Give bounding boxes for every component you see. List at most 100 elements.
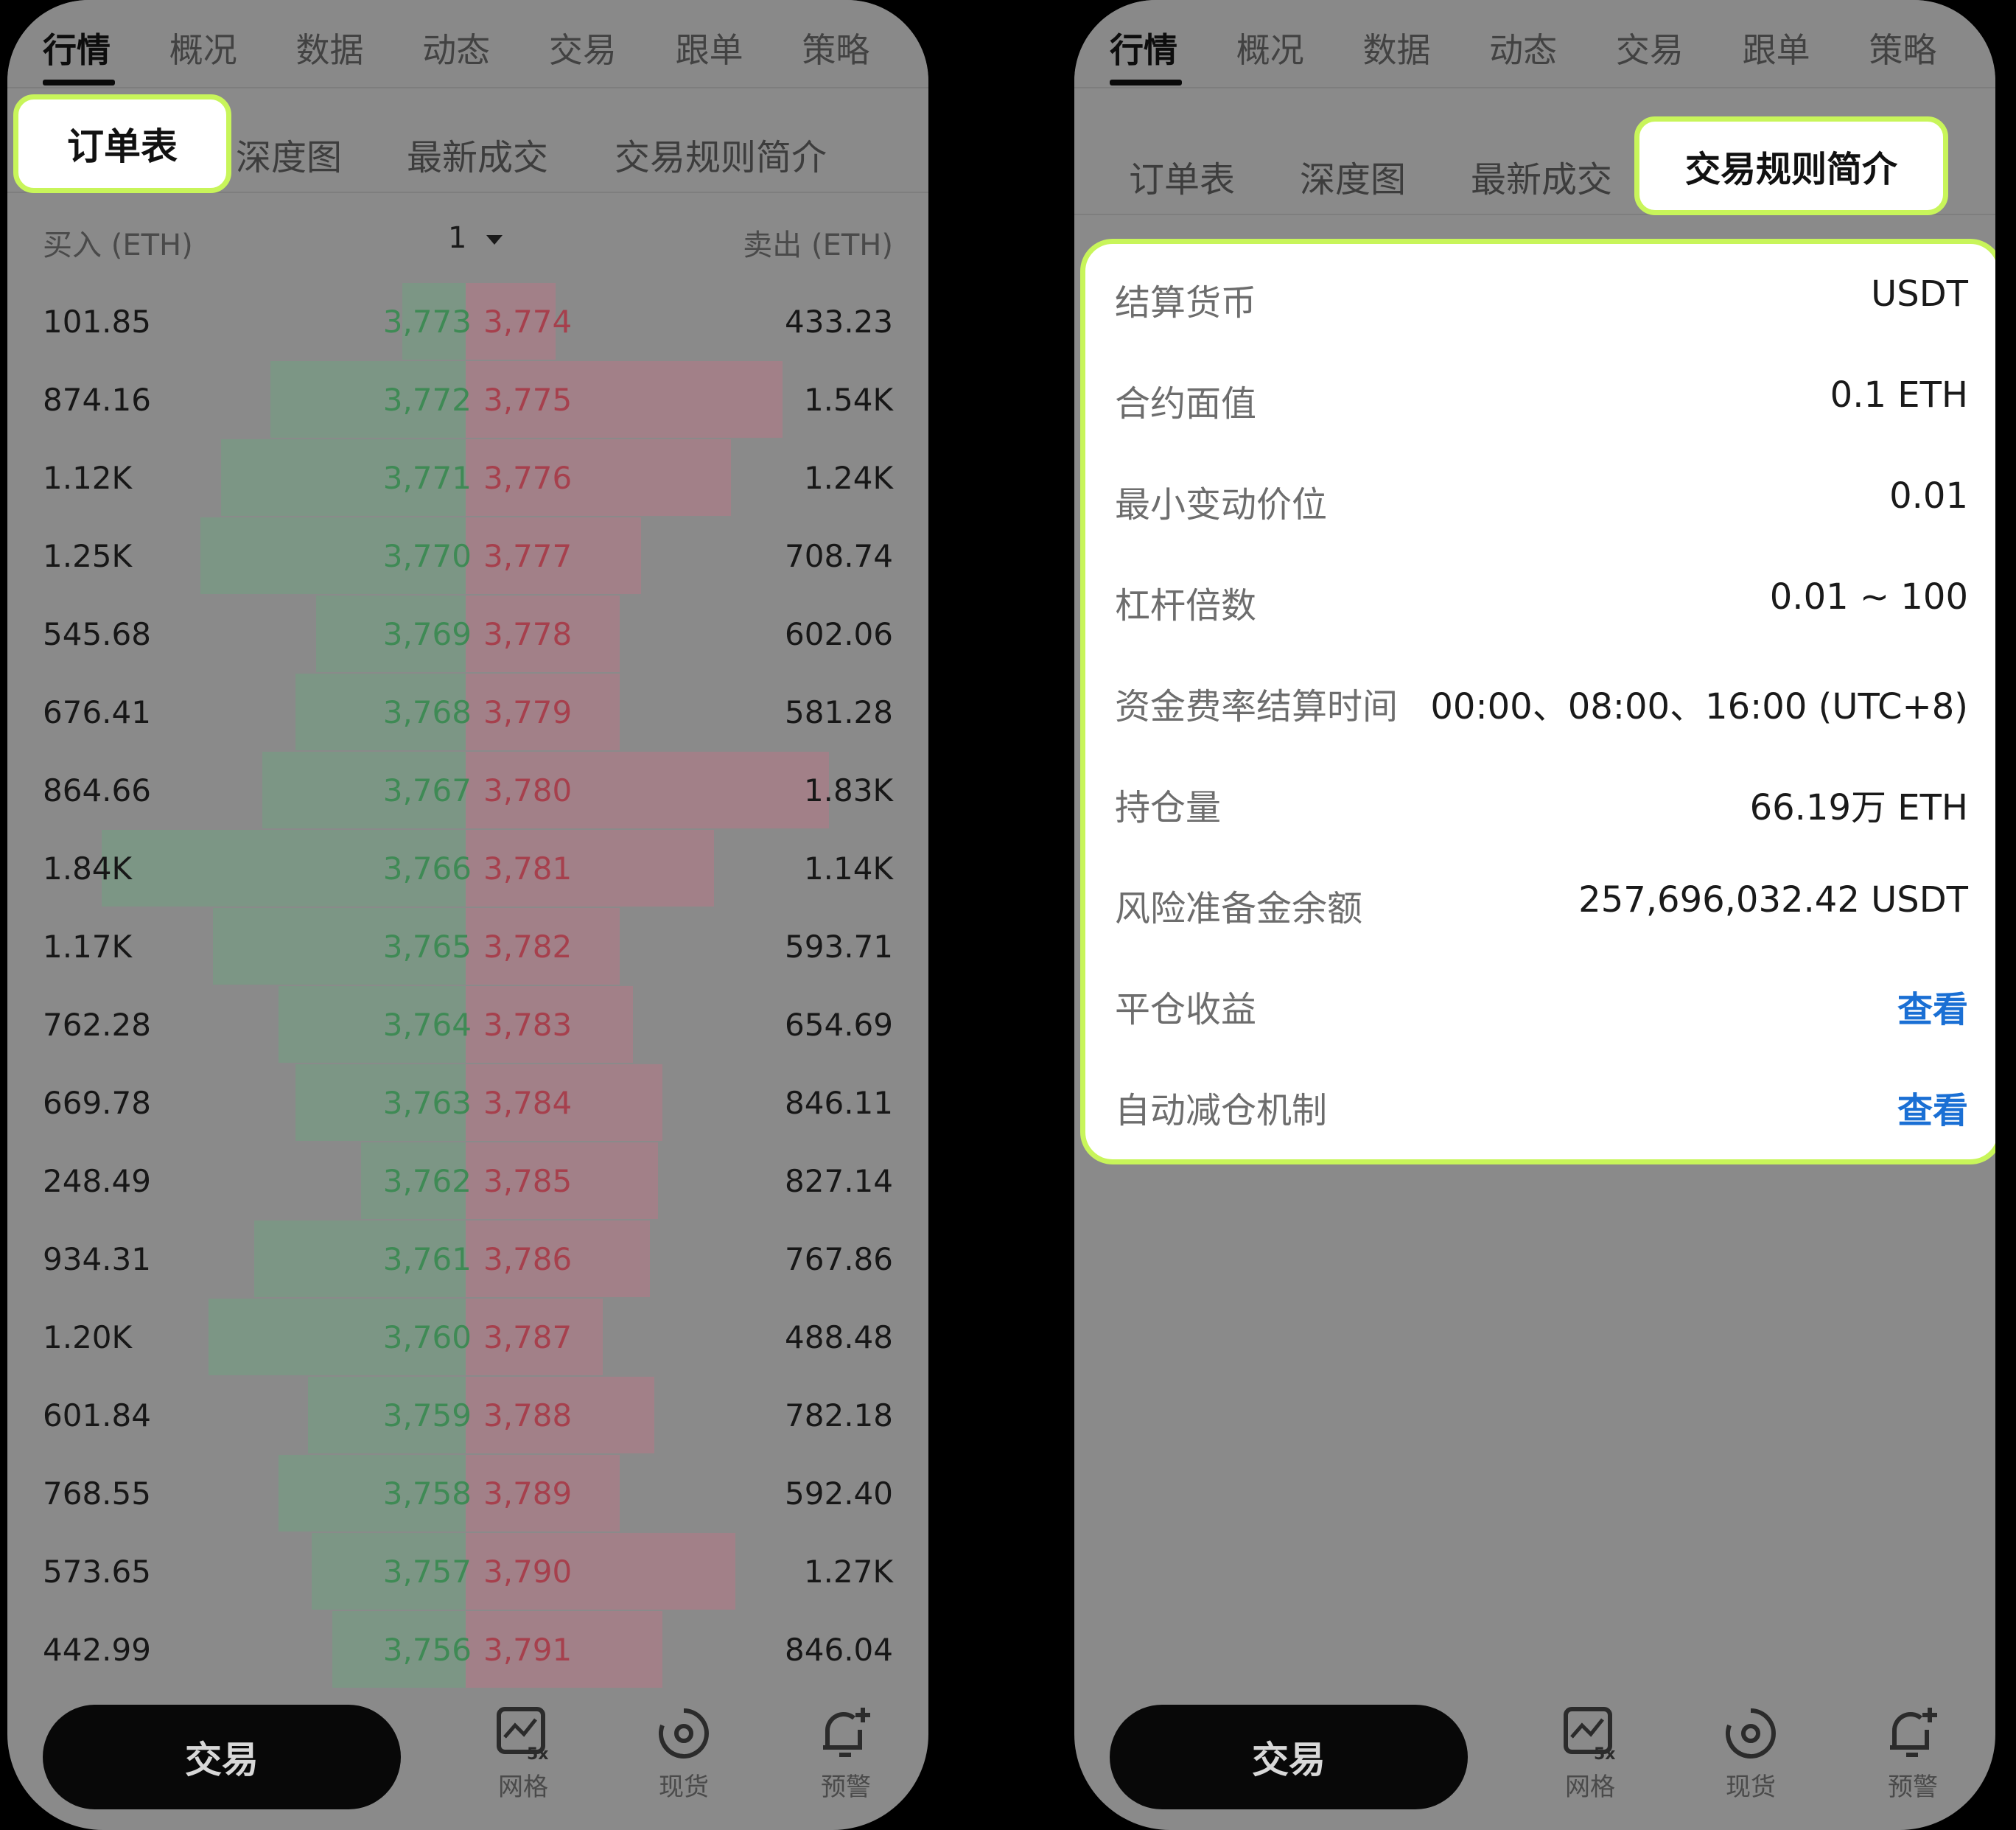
- nav-grid-label: 网格: [498, 1773, 548, 1802]
- bid-quantity: 1.17K: [43, 929, 133, 965]
- orderbook-row[interactable]: 1.84K 3,766 3,781 1.14K: [7, 830, 928, 908]
- rule-value: 0.1 ETH: [1830, 374, 1968, 416]
- bid-quantity: 601.84: [43, 1397, 151, 1433]
- grid-badge: 5x: [527, 1745, 549, 1762]
- ask-quantity: 581.28: [785, 694, 893, 730]
- ask-quantity: 846.04: [785, 1632, 893, 1668]
- nav-alert[interactable]: 预警: [794, 1705, 897, 1803]
- orderbook-row[interactable]: 545.68 3,769 3,778 602.06: [7, 596, 928, 674]
- orderbook-row[interactable]: 676.41 3,768 3,779 581.28: [7, 674, 928, 752]
- tab-strategy[interactable]: 策略: [1869, 0, 1995, 88]
- tab-overview[interactable]: 概况: [169, 0, 296, 88]
- sub-tab-trading-rules[interactable]: 交易规则简介: [615, 128, 827, 180]
- rule-row: 自动减仓机制 查看: [1115, 1081, 1968, 1140]
- nav-grid[interactable]: 5x 网格: [472, 1705, 575, 1803]
- orderbook-row[interactable]: 1.17K 3,765 3,782 593.71: [7, 908, 928, 986]
- trade-button[interactable]: 交易: [1110, 1705, 1468, 1809]
- grid-badge: 5x: [1594, 1745, 1616, 1762]
- tab-market[interactable]: 行情: [1110, 0, 1236, 88]
- tab-data[interactable]: 数据: [295, 0, 422, 88]
- bid-quantity: 874.16: [43, 382, 151, 418]
- ask-quantity: 827.14: [785, 1163, 893, 1199]
- orderbook-row[interactable]: 864.66 3,767 3,780 1.83K: [7, 752, 928, 830]
- tab-copy-trade[interactable]: 跟单: [676, 0, 802, 88]
- rule-row: 杠杆倍数 0.01 ~ 100: [1115, 576, 1968, 635]
- tab-trade[interactable]: 交易: [549, 0, 676, 88]
- bid-price: 3,767: [382, 772, 472, 809]
- rule-label: 持仓量: [1115, 787, 1222, 828]
- orderbook-row[interactable]: 1.20K 3,760 3,787 488.48: [7, 1299, 928, 1377]
- bid-quantity: 864.66: [43, 772, 151, 809]
- rule-label: 风险准备金余额: [1115, 888, 1363, 929]
- rule-row: 平仓收益 查看: [1115, 980, 1968, 1039]
- rule-view-link[interactable]: 查看: [1897, 980, 1968, 1032]
- ask-price: 3,776: [483, 460, 573, 496]
- alert-bell-icon: [1890, 1708, 1937, 1757]
- sub-tab-depth-chart[interactable]: 深度图: [1300, 150, 1406, 202]
- rule-label: 最小变动价位: [1115, 484, 1328, 525]
- ask-price: 3,783: [483, 1007, 573, 1043]
- tab-trade[interactable]: 交易: [1616, 0, 1743, 88]
- sub-tab-latest-trades[interactable]: 最新成交: [1471, 150, 1612, 202]
- buy-column-header: 买入 (ETH): [43, 228, 193, 262]
- sub-tab-orderbook[interactable]: 订单表: [13, 94, 231, 193]
- sub-tab-latest-trades[interactable]: 最新成交: [407, 128, 548, 180]
- nav-alert[interactable]: 预警: [1861, 1705, 1964, 1803]
- ask-quantity: 708.74: [785, 538, 893, 574]
- rule-label: 杠杆倍数: [1115, 585, 1257, 626]
- ask-quantity: 1.27K: [803, 1554, 893, 1590]
- rule-label: 结算货币: [1115, 282, 1257, 324]
- orderbook-row[interactable]: 442.99 3,756 3,791 846.04: [7, 1611, 928, 1689]
- rule-view-link[interactable]: 查看: [1897, 1081, 1968, 1133]
- tab-news[interactable]: 动态: [1489, 0, 1616, 88]
- orderbook-row[interactable]: 573.65 3,757 3,790 1.27K: [7, 1533, 928, 1611]
- ask-price: 3,788: [483, 1397, 573, 1433]
- bid-price: 3,769: [382, 616, 472, 652]
- orderbook-row[interactable]: 1.12K 3,771 3,776 1.24K: [7, 439, 928, 517]
- nav-spot-label: 现货: [1726, 1773, 1776, 1802]
- bottom-action-bar: 交易 5x 网格 现货 预警: [1074, 1683, 1995, 1830]
- orderbook-row[interactable]: 762.28 3,764 3,783 654.69: [7, 986, 928, 1064]
- depth-selector[interactable]: 1: [448, 221, 503, 255]
- tab-overview[interactable]: 概况: [1236, 0, 1363, 88]
- sub-tab-depth-chart[interactable]: 深度图: [236, 128, 342, 180]
- bid-price: 3,765: [382, 929, 472, 965]
- ask-price: 3,785: [483, 1163, 573, 1199]
- depth-selector-value: 1: [448, 221, 467, 255]
- orderbook-row[interactable]: 101.85 3,773 3,774 433.23: [7, 283, 928, 361]
- tab-market[interactable]: 行情: [43, 0, 169, 88]
- tab-copy-trade[interactable]: 跟单: [1743, 0, 1869, 88]
- rule-value: USDT: [1871, 273, 1968, 315]
- top-tab-bar: 行情 概况 数据 动态 交易 跟单 策略: [1074, 0, 1995, 88]
- tab-news[interactable]: 动态: [422, 0, 549, 88]
- ask-quantity: 654.69: [785, 1007, 893, 1043]
- tab-data[interactable]: 数据: [1362, 0, 1489, 88]
- nav-spot[interactable]: 现货: [1699, 1705, 1802, 1803]
- nav-grid[interactable]: 5x 网格: [1539, 1705, 1642, 1803]
- orderbook-row[interactable]: 669.78 3,763 3,784 846.11: [7, 1064, 928, 1142]
- orderbook-row[interactable]: 934.31 3,761 3,786 767.86: [7, 1220, 928, 1299]
- sub-tab-trading-rules[interactable]: 交易规则简介: [1634, 116, 1948, 215]
- orderbook-row[interactable]: 768.55 3,758 3,789 592.40: [7, 1455, 928, 1533]
- tab-strategy[interactable]: 策略: [802, 0, 928, 88]
- ask-quantity: 1.83K: [803, 772, 893, 809]
- ask-price: 3,777: [483, 538, 573, 574]
- orderbook-row[interactable]: 601.84 3,759 3,788 782.18: [7, 1377, 928, 1455]
- orderbook-row[interactable]: 1.25K 3,770 3,777 708.74: [7, 517, 928, 596]
- orderbook-row[interactable]: 874.16 3,772 3,775 1.54K: [7, 361, 928, 439]
- bid-price: 3,759: [382, 1397, 472, 1433]
- ask-quantity: 592.40: [785, 1475, 893, 1512]
- nav-spot-label: 现货: [659, 1773, 709, 1802]
- sub-tab-orderbook[interactable]: 订单表: [1129, 150, 1235, 202]
- ask-price: 3,782: [483, 929, 573, 965]
- ask-quantity: 433.23: [785, 304, 893, 340]
- orderbook-row[interactable]: 248.49 3,762 3,785 827.14: [7, 1142, 928, 1220]
- bid-quantity: 1.25K: [43, 538, 133, 574]
- bid-price: 3,768: [382, 694, 472, 730]
- bid-quantity: 762.28: [43, 1007, 151, 1043]
- bid-quantity: 1.84K: [43, 851, 133, 887]
- nav-spot[interactable]: 现货: [632, 1705, 735, 1803]
- rule-row: 结算货币 USDT: [1115, 273, 1968, 332]
- trade-button[interactable]: 交易: [43, 1705, 401, 1809]
- rule-label: 资金费率结算时间: [1115, 686, 1399, 727]
